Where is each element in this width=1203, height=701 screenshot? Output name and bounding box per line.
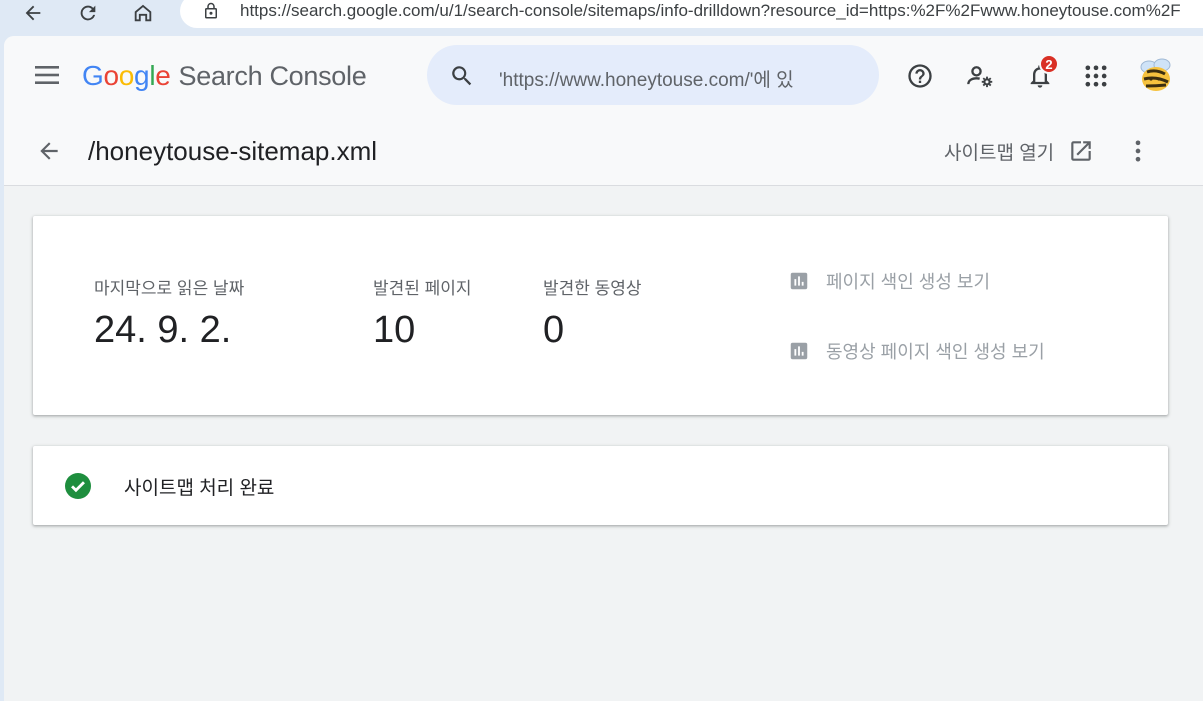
- address-bar[interactable]: https://search.google.com/u/1/search-con…: [180, 0, 1203, 28]
- search-icon: [452, 66, 472, 86]
- sitemap-header: /honeytouse-sitemap.xml 사이트맵 열기: [4, 116, 1203, 186]
- reload-icon: [80, 5, 96, 21]
- help-button[interactable]: [904, 60, 936, 92]
- bee-avatar-icon: [1140, 58, 1171, 91]
- sitemap-stats-card: 마지막으로 읽은 날짜 24. 9. 2. 발견된 페이지 10 발견한 동영상…: [33, 216, 1168, 415]
- view-video-indexing-link[interactable]: 동영상 페이지 색인 생성 보기: [788, 338, 1045, 364]
- back-arrow-icon: [25, 5, 41, 21]
- browser-toolbar: https://search.google.com/u/1/search-con…: [0, 0, 1203, 34]
- view-page-indexing-link[interactable]: 페이지 색인 생성 보기: [788, 268, 990, 294]
- url-inspection-search[interactable]: 'https://www.honeytouse.com/'에 있: [427, 45, 879, 105]
- open-sitemap-button[interactable]: 사이트맵 열기: [944, 136, 1094, 166]
- view-video-indexing-label: 동영상 페이지 색인 생성 보기: [826, 342, 1045, 362]
- users-permissions-button[interactable]: [964, 60, 996, 92]
- view-page-indexing-label: 페이지 색인 생성 보기: [826, 272, 991, 292]
- account-avatar[interactable]: [1134, 54, 1176, 96]
- help-icon: [908, 64, 932, 88]
- google-apps-button[interactable]: [1080, 60, 1112, 92]
- browser-home-button[interactable]: [126, 0, 160, 26]
- browser-back-button[interactable]: [16, 0, 50, 26]
- bar-chart-icon: [790, 342, 808, 360]
- app-header: Google Search Console 'https://www.honeyt…: [4, 36, 1203, 116]
- check-circle-icon: [65, 473, 91, 499]
- home-icon: [134, 4, 152, 22]
- apps-grid-icon: [1085, 65, 1107, 87]
- stat-value: 24. 9. 2.: [94, 309, 232, 351]
- more-vert-icon[interactable]: [1124, 136, 1152, 166]
- lock-icon: [205, 2, 217, 19]
- back-arrow-icon[interactable]: [36, 138, 62, 164]
- address-bar-url: https://search.google.com/u/1/search-con…: [240, 1, 1181, 20]
- product-name: Search Console: [178, 61, 367, 91]
- stat-label: 발견한 동영상: [543, 279, 642, 298]
- last-read-stat: 마지막으로 읽은 날짜 24. 9. 2.: [94, 274, 244, 352]
- manage-users-icon: [967, 66, 993, 88]
- search-console-logo[interactable]: Google Search Console: [82, 60, 367, 92]
- stat-label: 발견된 페이지: [373, 279, 472, 298]
- open-in-new-icon: [1071, 141, 1091, 161]
- stat-value: 0: [543, 309, 565, 351]
- menu-icon[interactable]: [34, 64, 60, 86]
- notification-count-badge: 2: [1039, 54, 1059, 74]
- browser-reload-button[interactable]: [71, 0, 105, 26]
- page-title: /honeytouse-sitemap.xml: [88, 136, 378, 166]
- stat-value: 10: [373, 309, 416, 351]
- search-console-app: Google Search Console 'https://www.honeyt…: [4, 36, 1203, 701]
- discovered-pages-stat: 발견된 페이지 10: [373, 274, 472, 352]
- stat-label: 마지막으로 읽은 날짜: [94, 279, 245, 298]
- discovered-videos-stat: 발견한 동영상 0: [543, 274, 642, 352]
- status-message: 사이트맵 처리 완료: [124, 478, 275, 499]
- bar-chart-icon: [790, 272, 808, 290]
- open-sitemap-label: 사이트맵 열기: [944, 142, 1055, 164]
- sitemap-status-card: 사이트맵 처리 완료: [33, 446, 1168, 525]
- search-input[interactable]: 'https://www.honeytouse.com/'에 있: [499, 65, 829, 92]
